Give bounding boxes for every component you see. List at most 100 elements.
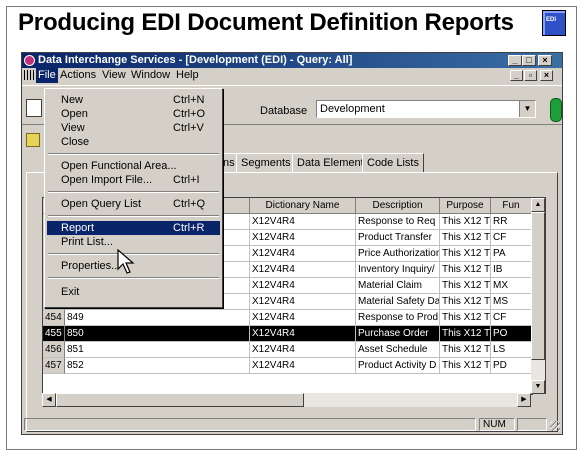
menu-item-open-query-list[interactable]: Open Query List Ctrl+Q <box>47 197 220 211</box>
menu-item-label: View <box>61 122 85 134</box>
horizontal-scroll-thumb[interactable] <box>56 393 304 407</box>
menu-help[interactable]: Help <box>176 68 199 83</box>
menu-item-label: Properties... <box>61 260 121 272</box>
table-row[interactable]: 456 851 X12V4R4 Asset Schedule This X12 … <box>43 342 532 358</box>
cell-purpose: This X12 Tr <box>440 310 491 326</box>
menu-item-exit[interactable]: Exit <box>47 285 220 299</box>
status-bar: NUM <box>22 416 562 433</box>
menu-item-open-functional-area[interactable]: Open Functional Area... <box>47 159 220 173</box>
menu-separator <box>48 153 219 155</box>
cell-description: Material Claim <box>356 278 440 294</box>
scroll-down-arrow-icon[interactable]: ▼ <box>531 380 545 394</box>
minimize-button[interactable]: _ <box>508 55 522 66</box>
cell-function: PO <box>491 326 532 342</box>
table-row-selected[interactable]: 455 850 X12V4R4 Purchase Order This X12 … <box>43 326 532 342</box>
menu-file[interactable]: File <box>36 68 58 83</box>
table-row[interactable]: 454 849 X12V4R4 Response to Prod This X1… <box>43 310 532 326</box>
menu-actions[interactable]: Actions <box>60 68 96 83</box>
menu-item-view[interactable]: View Ctrl+V <box>47 121 220 135</box>
menu-item-label: Close <box>61 136 90 148</box>
cell-purpose: This X12 Tr <box>440 358 491 374</box>
status-blank <box>517 418 547 431</box>
menu-item-label: Open Import File... <box>61 174 153 186</box>
cell-function: LS <box>491 342 532 358</box>
menu-item-open-import-file[interactable]: Open Import File... Ctrl+I <box>47 173 220 187</box>
tab-segments[interactable]: Segments <box>236 153 296 173</box>
vertical-scrollbar[interactable]: ▲ ▼ <box>531 197 546 394</box>
menu-item-close[interactable]: Close <box>47 135 220 149</box>
cell-function: PA <box>491 246 532 262</box>
cell-function: PD <box>491 358 532 374</box>
cell-dictionary: X12V4R4 <box>250 342 356 358</box>
cell-purpose: This X12 Tr <box>440 342 491 358</box>
menu-item-print-list[interactable]: Print List... <box>47 235 220 249</box>
close-button[interactable]: × <box>538 55 552 66</box>
menu-item-label: Report <box>61 222 95 234</box>
cell-function: MS <box>491 294 532 310</box>
cell-description: Price Authorization <box>356 246 440 262</box>
cell-function: IB <box>491 262 532 278</box>
cell-description: Product Activity D <box>356 358 440 374</box>
menu-view[interactable]: View <box>102 68 126 83</box>
row-id: 457 <box>43 358 65 374</box>
menu-item-shortcut: Ctrl+I <box>173 174 200 186</box>
menu-item-shortcut: Ctrl+R <box>173 222 205 234</box>
table-row[interactable]: 457 852 X12V4R4 Product Activity D This … <box>43 358 532 374</box>
column-header-description[interactable]: Description <box>356 198 440 214</box>
resize-grip-icon[interactable] <box>550 421 560 431</box>
cell-dictionary: X12V4R4 <box>250 326 356 342</box>
scroll-right-arrow-icon[interactable]: ▶ <box>517 393 531 407</box>
cell-purpose: This X12 Tr <box>440 230 491 246</box>
menu-item-open[interactable]: Open Ctrl+O <box>47 107 220 121</box>
mdi-close-button[interactable]: × <box>540 70 553 81</box>
column-header-purpose[interactable]: Purpose <box>440 198 491 214</box>
column-header-dictionary[interactable]: Dictionary Name <box>250 198 356 214</box>
cell-dictionary: X12V4R4 <box>250 294 356 310</box>
maximize-button[interactable]: □ <box>522 55 536 66</box>
cell-description: Asset Schedule <box>356 342 440 358</box>
menu-item-label: Open Query List <box>61 198 142 210</box>
cell-dictionary: X12V4R4 <box>250 230 356 246</box>
tab-code-lists[interactable]: Code Lists <box>362 153 424 173</box>
cell-purpose: This X12 Tr <box>440 278 491 294</box>
menu-item-label: Open <box>61 108 88 120</box>
menu-item-new[interactable]: New Ctrl+N <box>47 93 220 107</box>
menu-separator <box>48 191 219 193</box>
cell-description: Material Safety Da <box>356 294 440 310</box>
app-window: Data Interchange Services - [Development… <box>21 52 563 435</box>
scroll-left-arrow-icon[interactable]: ◀ <box>42 393 56 407</box>
menu-window[interactable]: Window <box>131 68 170 83</box>
vertical-scroll-thumb[interactable] <box>531 212 545 360</box>
row-id: 455 <box>43 326 65 342</box>
mdi-restore-button[interactable]: ▫ <box>524 70 537 81</box>
cell-dictionary: X12V4R4 <box>250 262 356 278</box>
horizontal-scrollbar[interactable]: ◀ ▶ <box>42 393 531 407</box>
mouse-pointer-icon <box>117 249 135 274</box>
database-label: Database <box>260 105 308 117</box>
document-icon[interactable] <box>26 99 42 117</box>
slide-title: Producing EDI Document Definition Report… <box>18 9 514 36</box>
menu-item-report[interactable]: Report Ctrl+R <box>47 221 220 235</box>
menu-separator <box>48 277 219 279</box>
cell-description: Purchase Order <box>356 326 440 342</box>
cell-function: MX <box>491 278 532 294</box>
column-header-function[interactable]: Fun <box>491 198 532 214</box>
cell-name: 849 <box>65 310 250 326</box>
chevron-down-icon[interactable]: ▼ <box>519 101 535 117</box>
cell-name: 850 <box>65 326 250 342</box>
cell-purpose: This X12 Tr <box>440 214 491 230</box>
green-status-icon[interactable] <box>550 98 562 122</box>
row-id: 454 <box>43 310 65 326</box>
menu-item-shortcut: Ctrl+O <box>173 108 206 120</box>
mdi-minimize-button[interactable]: _ <box>510 70 523 81</box>
menubar: File Actions View Window Help <box>22 68 562 83</box>
folder-icon[interactable] <box>26 133 40 147</box>
menu-item-label: Print List... <box>61 236 113 248</box>
scroll-up-arrow-icon[interactable]: ▲ <box>531 198 545 212</box>
menu-item-shortcut: Ctrl+N <box>173 94 205 106</box>
cell-dictionary: X12V4R4 <box>250 310 356 326</box>
cell-dictionary: X12V4R4 <box>250 246 356 262</box>
cell-purpose: This X12 Tr <box>440 262 491 278</box>
window-title: Data Interchange Services - [Development… <box>38 54 353 66</box>
database-select[interactable]: Development ▼ <box>316 100 536 118</box>
